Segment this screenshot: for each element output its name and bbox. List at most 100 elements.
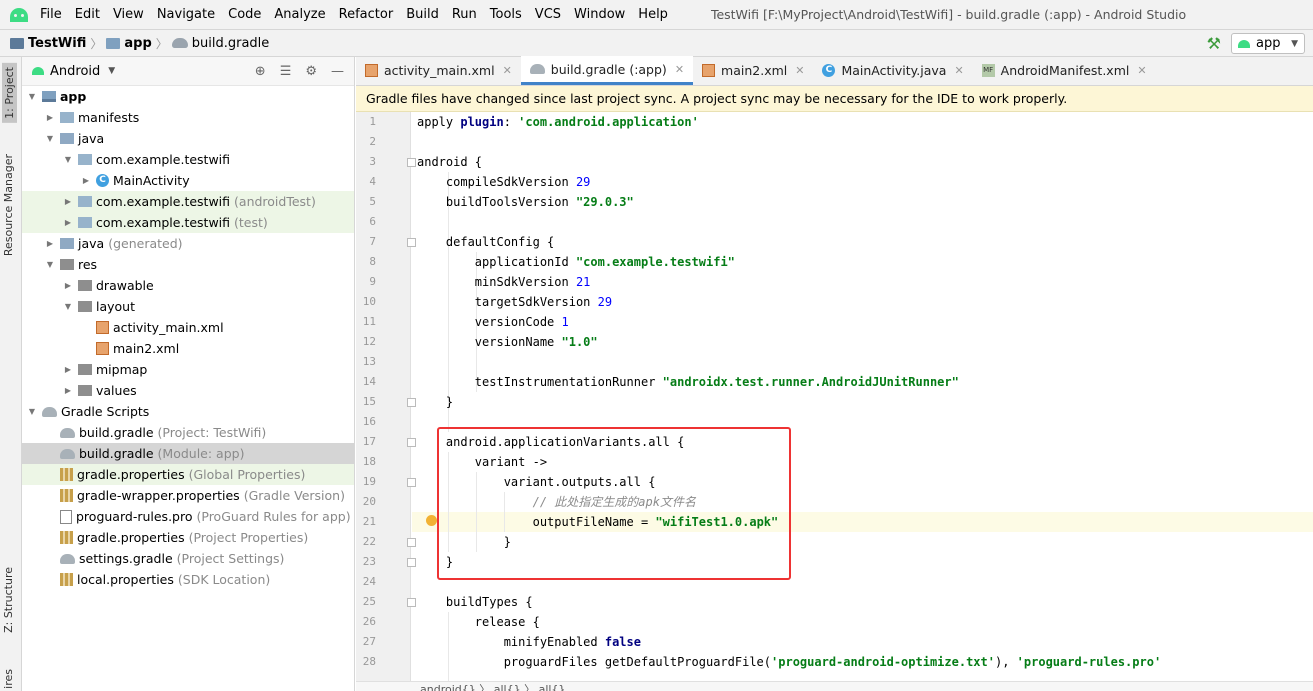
tree-item-java-generated[interactable]: ▶ java (generated) [22, 233, 354, 254]
menu-build[interactable]: Build [406, 5, 439, 24]
gear-icon[interactable]: ⚙ [305, 64, 317, 79]
menu-edit[interactable]: Edit [75, 5, 100, 24]
android-icon [32, 67, 44, 75]
menu-vcs[interactable]: VCS [535, 5, 561, 24]
menu-view[interactable]: View [113, 5, 144, 24]
menu-help[interactable]: Help [638, 5, 668, 24]
tab-bottom-toolwindow[interactable]: ires [2, 669, 15, 689]
close-icon[interactable]: ✕ [954, 64, 963, 77]
tree-item-mipmap[interactable]: ▶ mipmap [22, 359, 354, 380]
menu-file[interactable]: File [40, 5, 62, 24]
fold-marker-icon[interactable] [407, 398, 416, 407]
properties-file-icon [60, 573, 73, 586]
fold-marker-icon[interactable] [407, 438, 416, 447]
tree-item-main2-xml[interactable]: main2.xml [22, 338, 354, 359]
tree-item-gradle-scripts[interactable]: ▼ Gradle Scripts [22, 401, 354, 422]
close-icon[interactable]: ✕ [1137, 64, 1146, 77]
code-line: testInstrumentationRunner "androidx.test… [417, 375, 959, 389]
line-number: 16 [362, 415, 376, 428]
menu-refactor[interactable]: Refactor [339, 5, 394, 24]
tree-item-gradle-properties-global[interactable]: gradle.properties (Global Properties) [22, 464, 354, 485]
folder-icon [78, 385, 92, 396]
tree-item-package[interactable]: ▼ com.example.testwifi [22, 149, 354, 170]
line-number: 9 [369, 275, 376, 288]
tree-item-build-gradle-module[interactable]: build.gradle (Module: app) [22, 443, 354, 464]
tree-item-layout[interactable]: ▼ layout [22, 296, 354, 317]
window-title: TestWifi [F:\MyProject\Android\TestWifi]… [710, 7, 1187, 22]
tree-item-package-androidtest[interactable]: ▶ com.example.testwifi (androidTest) [22, 191, 354, 212]
tab-activity-main-xml[interactable]: activity_main.xml ✕ [356, 56, 521, 85]
tab-main2-xml[interactable]: main2.xml ✕ [693, 56, 813, 85]
tab-project-toolwindow[interactable]: 1: Project [2, 63, 17, 123]
tree-item-manifests[interactable]: ▶ manifests [22, 107, 354, 128]
hammer-build-icon[interactable]: ⚒ [1207, 34, 1221, 53]
chevron-right-icon: ▶ [82, 176, 90, 185]
tab-mainactivity-java[interactable]: C MainActivity.java ✕ [813, 56, 972, 85]
folder-icon [60, 238, 74, 249]
chevron-right-icon: ▶ [46, 113, 54, 122]
close-icon[interactable]: ✕ [675, 63, 684, 76]
chevron-down-icon: ▼ [28, 407, 36, 416]
line-number: 27 [362, 635, 376, 648]
properties-file-icon [60, 531, 73, 544]
fold-marker-icon[interactable] [407, 238, 416, 247]
tree-item-values[interactable]: ▶ values [22, 380, 354, 401]
folder-icon [78, 301, 92, 312]
tab-androidmanifest-xml[interactable]: MF AndroidManifest.xml ✕ [973, 56, 1156, 85]
tree-item-java[interactable]: ▼ java [22, 128, 354, 149]
locate-icon[interactable]: ⊕ [255, 64, 266, 79]
fold-marker-icon[interactable] [407, 558, 416, 567]
menu-code[interactable]: Code [228, 5, 261, 24]
tree-item-package-test[interactable]: ▶ com.example.testwifi (test) [22, 212, 354, 233]
tab-build-gradle-app[interactable]: build.gradle (:app) ✕ [520, 56, 694, 85]
menu-analyze[interactable]: Analyze [274, 5, 325, 24]
line-number: 12 [362, 335, 376, 348]
tree-item-drawable[interactable]: ▶ drawable [22, 275, 354, 296]
fold-marker-icon[interactable] [407, 478, 416, 487]
fold-marker-icon[interactable] [407, 598, 416, 607]
tree-item-res[interactable]: ▼ res [22, 254, 354, 275]
line-number: 3 [369, 155, 376, 168]
tree-item-local-properties[interactable]: local.properties (SDK Location) [22, 569, 354, 590]
chevron-down-icon: ▼ [64, 302, 72, 311]
left-tool-strip: 1: Project Resource Manager Z: Structure… [0, 57, 22, 691]
code-line: } [417, 395, 454, 409]
tree-item-gradle-wrapper-properties[interactable]: gradle-wrapper.properties (Gradle Version… [22, 485, 354, 506]
menu-run[interactable]: Run [452, 5, 477, 24]
fold-marker-icon[interactable] [407, 538, 416, 547]
close-icon[interactable]: ✕ [503, 64, 512, 77]
menu-tools[interactable]: Tools [490, 5, 522, 24]
tree-item-gradle-properties-project[interactable]: gradle.properties (Project Properties) [22, 527, 354, 548]
tree-item-settings-gradle[interactable]: settings.gradle (Project Settings) [22, 548, 354, 569]
package-icon [78, 196, 92, 207]
breadcrumb-project[interactable]: TestWifi [10, 36, 86, 51]
line-number: 23 [362, 555, 376, 568]
chevron-down-icon[interactable]: ▼ [108, 66, 115, 76]
run-config-select[interactable]: app ▼ [1231, 33, 1305, 54]
editor-breadcrumb[interactable]: android{} 〉 all{} 〉 all{} [356, 681, 1313, 691]
line-number: 22 [362, 535, 376, 548]
tree-item-build-gradle-project[interactable]: build.gradle (Project: TestWifi) [22, 422, 354, 443]
chevron-right-icon: ▶ [64, 218, 72, 227]
minimize-icon[interactable]: — [331, 64, 344, 79]
breadcrumb-module[interactable]: app [106, 36, 152, 51]
gradle-icon [529, 64, 545, 74]
tab-structure[interactable]: Z: Structure [2, 567, 15, 633]
menu-window[interactable]: Window [574, 5, 625, 24]
line-number: 14 [362, 375, 376, 388]
tree-item-mainactivity[interactable]: ▶ C MainActivity [22, 170, 354, 191]
close-icon[interactable]: ✕ [795, 64, 804, 77]
collapse-all-icon[interactable]: ☰ [280, 64, 292, 79]
module-folder-icon [106, 37, 121, 49]
tab-resource-manager[interactable]: Resource Manager [2, 154, 15, 256]
menu-navigate[interactable]: Navigate [157, 5, 215, 24]
code-line: defaultConfig { [417, 235, 555, 249]
fold-marker-icon[interactable] [407, 158, 416, 167]
code-editor[interactable]: 1 2 3 4 5 6 7 8 9 10 11 12 13 14 15 16 1… [356, 112, 1313, 691]
view-mode-select[interactable]: Android [50, 64, 100, 79]
tree-item-activity-main-xml[interactable]: activity_main.xml [22, 317, 354, 338]
tree-item-proguard-rules[interactable]: proguard-rules.pro (ProGuard Rules for ap… [22, 506, 354, 527]
breadcrumb-file[interactable]: build.gradle [171, 36, 269, 51]
tree-item-app[interactable]: ▼ app [22, 86, 354, 107]
line-number: 26 [362, 615, 376, 628]
